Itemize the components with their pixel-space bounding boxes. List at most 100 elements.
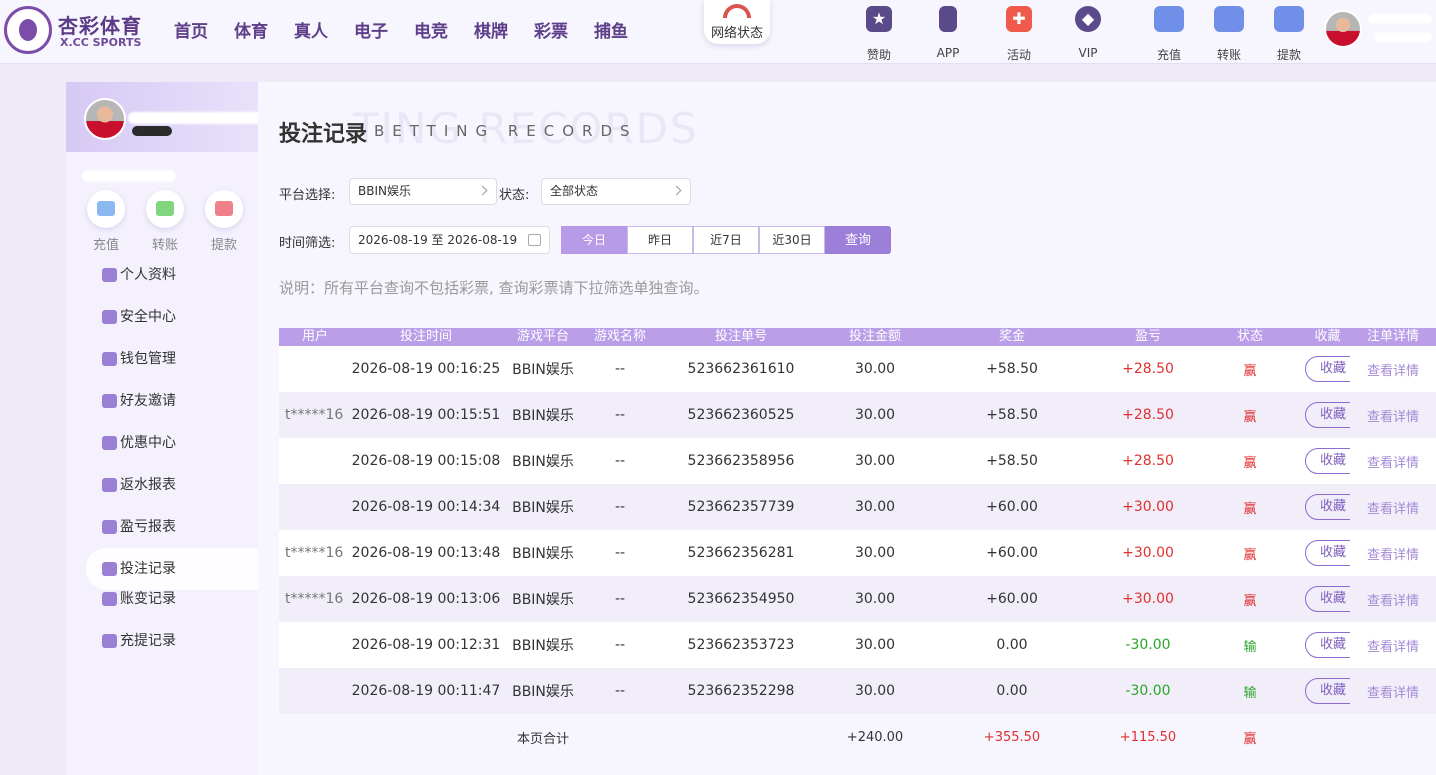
sidebar-transfer-label: 转账 bbox=[151, 238, 178, 253]
cell-game: -- bbox=[614, 545, 626, 561]
deposit-top-button[interactable]: 充值 bbox=[1144, 6, 1194, 63]
cell-status: 赢 bbox=[1243, 455, 1257, 471]
bet-records-panel: TING RECORDS 投注记录 BETTING RECORDS 平台选择: … bbox=[258, 82, 1436, 775]
sidebar-item-promotions[interactable]: 优惠中心 bbox=[86, 428, 258, 470]
transfer-top-button[interactable]: 转账 bbox=[1204, 6, 1254, 63]
sidebar-item-label: 账变记录 bbox=[120, 591, 176, 607]
favorite-button[interactable]: 收藏 bbox=[1305, 402, 1350, 428]
sponsor-button[interactable]: ★ 赞助 bbox=[854, 6, 904, 63]
cell-user: t*****16 bbox=[285, 591, 344, 607]
sidebar-transfer-button[interactable]: 转账 bbox=[139, 190, 191, 253]
shield-icon bbox=[102, 310, 117, 324]
cell-profit: +30.00 bbox=[1122, 591, 1174, 607]
view-detail-link[interactable]: 查看详情 bbox=[1350, 668, 1436, 714]
sidebar-item-security[interactable]: 安全中心 bbox=[86, 302, 258, 344]
cell-status: 赢 bbox=[1243, 363, 1257, 379]
bet-records-table: 用户 投注时间 游戏平台 游戏名称 投注单号 投注金额 奖金 盈亏 状态 收藏 … bbox=[279, 328, 1436, 760]
cell-game: -- bbox=[614, 499, 626, 515]
cell-bonus: +58.50 bbox=[986, 407, 1038, 423]
logo-mark-icon bbox=[4, 6, 52, 54]
brand-subtitle: X.CC SPORTS bbox=[60, 36, 142, 49]
sidebar-item-invite[interactable]: 好友邀请 bbox=[86, 386, 258, 428]
cell-favorite: 收藏 bbox=[1305, 576, 1350, 622]
redacted-username bbox=[1368, 14, 1432, 24]
nav-item-live[interactable]: 真人 bbox=[294, 17, 354, 42]
view-detail-link[interactable]: 查看详情 bbox=[1350, 392, 1436, 438]
sidebar-item-label: 个人资料 bbox=[120, 267, 176, 283]
view-detail-link[interactable]: 查看详情 bbox=[1350, 622, 1436, 668]
view-detail-link[interactable]: 查看详情 bbox=[1350, 576, 1436, 622]
app-button[interactable]: APP bbox=[923, 6, 973, 60]
cell-platform: BBIN娱乐 bbox=[512, 362, 574, 378]
date-range-picker[interactable]: 2026-08-19 至 2026-08-19 bbox=[349, 226, 550, 254]
platform-select[interactable]: BBIN娱乐 bbox=[349, 178, 497, 205]
cell-game: -- bbox=[614, 591, 626, 607]
favorite-button[interactable]: 收藏 bbox=[1305, 632, 1350, 658]
sidebar-item-deposit-withdraw-records[interactable]: 充提记录 bbox=[86, 626, 258, 668]
nav-item-sports[interactable]: 体育 bbox=[234, 17, 294, 42]
cell-time: 2026-08-19 00:15:08 bbox=[351, 453, 501, 469]
cell-empty bbox=[351, 714, 501, 760]
sidebar-deposit-button[interactable]: 充值 bbox=[80, 190, 132, 253]
sidebar-item-wallet[interactable]: 钱包管理 bbox=[86, 344, 258, 386]
search-button[interactable]: 查询 bbox=[825, 226, 891, 254]
cell-profit: -30.00 bbox=[1125, 683, 1171, 699]
wallet-icon bbox=[102, 352, 117, 366]
sidebar-item-profile[interactable]: 个人资料 bbox=[86, 260, 258, 302]
nav-item-home[interactable]: 首页 bbox=[174, 17, 234, 42]
col-user: 用户 bbox=[301, 329, 328, 344]
cell-game: -- bbox=[614, 407, 626, 423]
account-change-icon bbox=[102, 592, 117, 606]
view-detail-link[interactable]: 查看详情 bbox=[1350, 530, 1436, 576]
table-row: 2026-08-19 00:14:34 BBIN娱乐 -- 5236623577… bbox=[279, 484, 1436, 530]
favorite-button[interactable]: 收藏 bbox=[1305, 356, 1350, 382]
platform-select-value: BBIN娱乐 bbox=[358, 184, 411, 198]
sidebar-profile-header bbox=[66, 82, 268, 152]
col-amount: 投注金额 bbox=[848, 329, 901, 344]
cell-order: 523662356281 bbox=[687, 545, 795, 561]
brand-title: 杏彩体育 bbox=[58, 14, 142, 38]
nav-item-slots[interactable]: 电子 bbox=[354, 17, 414, 42]
nav-item-lottery[interactable]: 彩票 bbox=[534, 17, 594, 42]
range-today-button[interactable]: 今日 bbox=[561, 226, 627, 254]
user-menu[interactable] bbox=[1324, 10, 1436, 50]
withdraw-wallet-icon bbox=[1274, 6, 1304, 32]
main-nav: 首页 体育 真人 电子 电竞 棋牌 彩票 捕鱼 bbox=[174, 17, 654, 42]
cell-amount: 30.00 bbox=[854, 453, 896, 469]
nav-item-esports[interactable]: 电竞 bbox=[414, 17, 474, 42]
cell-bonus: +60.00 bbox=[986, 499, 1038, 515]
withdraw-top-button[interactable]: 提款 bbox=[1264, 6, 1314, 63]
nav-item-cards[interactable]: 棋牌 bbox=[474, 17, 534, 42]
network-status-button[interactable]: 网络状态 bbox=[704, 0, 770, 44]
favorite-button[interactable]: 收藏 bbox=[1305, 494, 1350, 520]
page-title-en: BETTING RECORDS bbox=[374, 122, 638, 140]
nav-item-fishing[interactable]: 捕鱼 bbox=[594, 17, 654, 42]
cell-game: -- bbox=[614, 683, 626, 699]
sidebar-withdraw-button[interactable]: 提款 bbox=[198, 190, 250, 253]
cell-time: 2026-08-19 00:15:51 bbox=[351, 407, 501, 423]
top-navigation-bar: 杏彩体育 X.CC SPORTS 首页 体育 真人 电子 电竞 棋牌 彩票 捕鱼… bbox=[0, 0, 1436, 64]
range-7days-button[interactable]: 近7日 bbox=[693, 226, 759, 254]
network-gauge-icon bbox=[723, 4, 751, 18]
view-detail-link[interactable]: 查看详情 bbox=[1350, 438, 1436, 484]
range-30days-button[interactable]: 近30日 bbox=[759, 226, 825, 254]
favorite-button[interactable]: 收藏 bbox=[1305, 540, 1350, 566]
cell-platform: BBIN娱乐 bbox=[512, 684, 574, 700]
sidebar-item-account-changes[interactable]: 账变记录 bbox=[86, 584, 258, 626]
status-select[interactable]: 全部状态 bbox=[541, 178, 691, 205]
promotions-button[interactable]: ✚ 活动 bbox=[994, 6, 1044, 63]
brand-logo[interactable]: 杏彩体育 X.CC SPORTS bbox=[4, 6, 154, 54]
cell-game: -- bbox=[614, 637, 626, 653]
sidebar-item-rebate-report[interactable]: 返水报表 bbox=[86, 470, 258, 512]
view-detail-link[interactable]: 查看详情 bbox=[1350, 346, 1436, 392]
favorite-button[interactable]: 收藏 bbox=[1305, 448, 1350, 474]
favorite-button[interactable]: 收藏 bbox=[1305, 586, 1350, 612]
total-bonus: +355.50 bbox=[983, 729, 1041, 745]
view-detail-link[interactable]: 查看详情 bbox=[1350, 484, 1436, 530]
favorite-button[interactable]: 收藏 bbox=[1305, 678, 1350, 704]
date-range-value: 2026-08-19 至 2026-08-19 bbox=[358, 233, 518, 247]
transfer-icon bbox=[146, 190, 184, 228]
vip-button[interactable]: ◆ VIP bbox=[1063, 6, 1113, 60]
range-yesterday-button[interactable]: 昨日 bbox=[627, 226, 693, 254]
invite-icon bbox=[102, 394, 117, 408]
